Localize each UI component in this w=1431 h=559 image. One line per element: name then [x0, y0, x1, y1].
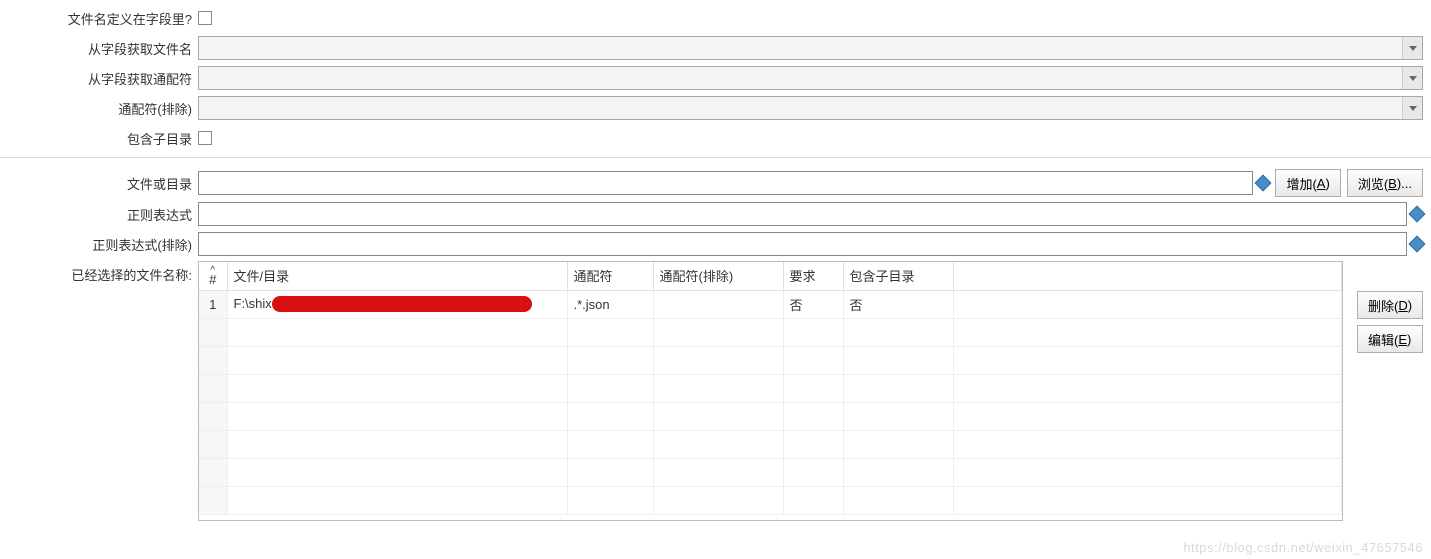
cell-path[interactable]: F:\shix — [227, 290, 567, 318]
variable-icon[interactable] — [1255, 175, 1272, 192]
selected-files-table[interactable]: ^# 文件/目录 通配符 通配符(排除) 要求 包含子目录 1 F:\shix … — [198, 261, 1343, 521]
col-path[interactable]: 文件/目录 — [227, 262, 567, 290]
cell-spacer — [953, 290, 1342, 318]
table-row-empty[interactable] — [199, 458, 1342, 486]
col-spacer — [953, 262, 1342, 290]
label-get-filename-from-field: 从字段获取文件名 — [8, 39, 198, 58]
cell-wildcard[interactable]: .*.json — [567, 290, 653, 318]
label-file-or-dir: 文件或目录 — [8, 174, 198, 193]
input-regex-exclude[interactable] — [198, 232, 1407, 256]
label-wildcard-exclude: 通配符(排除) — [8, 99, 198, 118]
cell-required[interactable]: 否 — [783, 290, 843, 318]
checkbox-include-subdir[interactable] — [198, 131, 212, 145]
redacted-text — [272, 296, 532, 312]
table-header-row: ^# 文件/目录 通配符 通配符(排除) 要求 包含子目录 — [199, 262, 1342, 290]
table-row-empty[interactable] — [199, 346, 1342, 374]
variable-icon[interactable] — [1409, 236, 1426, 253]
col-include-sub[interactable]: 包含子目录 — [843, 262, 953, 290]
combo-get-wildcard-from-field[interactable] — [198, 66, 1423, 90]
input-file-or-dir[interactable] — [198, 171, 1253, 195]
label-filename-in-field: 文件名定义在字段里? — [8, 9, 198, 28]
label-selected-filenames: 已经选择的文件名称: — [8, 261, 198, 521]
table-row-empty[interactable] — [199, 486, 1342, 514]
cell-rownum: 1 — [199, 290, 227, 318]
chevron-down-icon[interactable] — [1402, 37, 1422, 59]
table-row-empty[interactable] — [199, 318, 1342, 346]
checkbox-filename-in-field[interactable] — [198, 11, 212, 25]
table-row-empty[interactable] — [199, 430, 1342, 458]
combo-get-filename-from-field[interactable] — [198, 36, 1423, 60]
col-hash: ^# — [199, 262, 227, 290]
delete-button[interactable]: 删除(D) — [1357, 291, 1423, 319]
cell-wildcard-exclude[interactable] — [653, 290, 783, 318]
edit-button[interactable]: 编辑(E) — [1357, 325, 1423, 353]
variable-icon[interactable] — [1409, 206, 1426, 223]
watermark: https://blog.csdn.net/weixin_47657546 — [1183, 540, 1423, 555]
input-regex[interactable] — [198, 202, 1407, 226]
separator — [0, 157, 1431, 158]
add-button[interactable]: 增加(A) — [1275, 169, 1340, 197]
browse-button[interactable]: 浏览(B)... — [1347, 169, 1423, 197]
cell-include-sub[interactable]: 否 — [843, 290, 953, 318]
label-regex-exclude: 正则表达式(排除) — [8, 235, 198, 254]
col-wildcard[interactable]: 通配符 — [567, 262, 653, 290]
col-required[interactable]: 要求 — [783, 262, 843, 290]
label-include-subdir: 包含子目录 — [8, 129, 198, 148]
col-wildcard-exclude[interactable]: 通配符(排除) — [653, 262, 783, 290]
combo-wildcard-exclude[interactable] — [198, 96, 1423, 120]
chevron-down-icon[interactable] — [1402, 67, 1422, 89]
label-regex: 正则表达式 — [8, 205, 198, 224]
label-get-wildcard-from-field: 从字段获取通配符 — [8, 69, 198, 88]
table-row-empty[interactable] — [199, 402, 1342, 430]
table-row-empty[interactable] — [199, 374, 1342, 402]
chevron-down-icon[interactable] — [1402, 97, 1422, 119]
table-row[interactable]: 1 F:\shix .*.json 否 否 — [199, 290, 1342, 318]
